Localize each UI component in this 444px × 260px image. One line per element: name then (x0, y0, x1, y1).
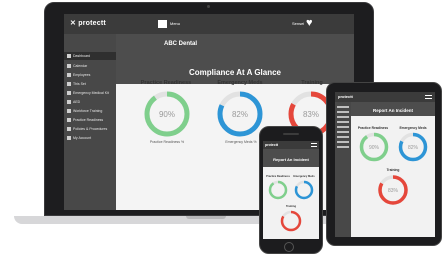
tablet-practice-readiness-gauge[interactable]: 90% (359, 132, 389, 162)
phone-card-title: Practice Readiness (266, 175, 290, 178)
laptop-notch (186, 216, 226, 219)
gauge-value: 83% (388, 188, 399, 194)
card-sublabel-practice-readiness: Practice Readiness % (149, 140, 185, 144)
phone-topbar: protectt (263, 141, 319, 149)
phone-training-gauge[interactable] (280, 210, 302, 232)
phone-card-title: Emergency Meds (293, 175, 315, 178)
tablet-topbar: protectt (335, 92, 435, 102)
phone-screen: protectt Report An Incident Practice Rea… (263, 141, 319, 239)
tablet-sidebar-item[interactable] (337, 131, 349, 133)
dashboard-icon (67, 54, 71, 59)
tablet-sidebar-item[interactable] (337, 106, 349, 108)
policy-icon (67, 127, 71, 132)
card-title-practice-readiness: Practice Readiness (140, 80, 192, 86)
gauge-value: 83% (303, 110, 319, 119)
card-title-emergency-meds: Emergency Meds (217, 80, 263, 86)
tablet-sidebar-item[interactable] (337, 141, 349, 143)
tablet-logo[interactable]: protectt (338, 94, 353, 99)
phone-card-title: Training (285, 205, 297, 208)
laptop-camera (207, 5, 210, 8)
employees-icon (67, 73, 71, 78)
checklist-icon (67, 118, 71, 123)
account-icon (67, 136, 71, 141)
tablet-card-title: Emergency Meds (399, 126, 427, 130)
medical-kit-icon (67, 91, 71, 96)
gauge-value: 82% (408, 145, 419, 151)
sidebar-item-policies[interactable]: Policies & Procedures (64, 125, 116, 133)
logo-mark-icon: ✕ (70, 20, 77, 27)
hamburger-icon[interactable] (311, 143, 317, 147)
tablet-screen: protectt Report An Incident Practice Rea… (335, 92, 435, 237)
menu-label[interactable]: Menu (170, 21, 180, 26)
hamburger-icon[interactable] (425, 95, 432, 99)
phone-page-title[interactable]: Report An Incident (263, 157, 319, 162)
top-navbar: ✕ protectt Menu Sensei ♥ (64, 14, 354, 34)
aed-icon (67, 100, 71, 105)
calendar-icon (67, 64, 71, 69)
gauge-value: 90% (159, 110, 175, 119)
practice-name: ABC Dental (164, 41, 198, 47)
tablet-sidebar-item[interactable] (337, 126, 349, 128)
training-icon (67, 109, 71, 114)
sidebar-item-workforce-training[interactable]: Workforce Training (64, 107, 116, 115)
sidebar-item-emergency-kit[interactable]: Emergency Medical Kit (64, 89, 116, 97)
sidebar-item-aed[interactable]: AED (64, 98, 116, 106)
tablet-card-title: Practice Readiness (357, 126, 389, 130)
gauge-arc (268, 180, 288, 200)
phone-home-button[interactable] (284, 242, 294, 252)
practice-readiness-gauge[interactable]: 90% (144, 91, 190, 137)
page-title: Compliance At A Glance (188, 68, 282, 77)
phone-logo[interactable]: protectt (265, 143, 278, 147)
protectt-logo[interactable]: ✕ protectt (70, 19, 106, 27)
sidebar-item-calendar[interactable]: Calendar (64, 62, 116, 70)
tablet-sidebar-item[interactable] (337, 136, 349, 138)
user-name[interactable]: Sensei (292, 21, 304, 26)
tablet-training-gauge[interactable]: 83% (377, 174, 409, 206)
sidebar-item-this-set[interactable]: This Set (64, 80, 116, 88)
tablet-page-title[interactable]: Report An Incident (351, 108, 435, 113)
phone-practice-readiness-gauge[interactable] (268, 180, 288, 200)
tablet-sidebar-item[interactable] (337, 146, 349, 148)
tablet-sidebar (335, 102, 351, 237)
phone-speaker (283, 133, 299, 135)
document-icon (67, 82, 71, 87)
sidebar-item-dashboard[interactable]: Dashboard (64, 52, 116, 60)
tablet-sidebar-item[interactable] (337, 121, 349, 123)
emergency-meds-gauge[interactable]: 82% (217, 91, 263, 137)
sidebar-item-practice-readiness[interactable]: Practice Readiness (64, 116, 116, 124)
sidebar: Dashboard Calendar Employees This Set Em… (64, 34, 116, 210)
heart-icon[interactable]: ♥ (306, 18, 313, 29)
phone-emergency-meds-gauge[interactable] (294, 180, 314, 200)
tablet-card-title: Training (386, 168, 400, 172)
gauge-value: 90% (369, 145, 380, 151)
tablet-sidebar-item[interactable] (337, 116, 349, 118)
menu-button[interactable] (158, 20, 167, 28)
tablet-emergency-meds-gauge[interactable]: 82% (398, 132, 428, 162)
sidebar-item-employees[interactable]: Employees (64, 71, 116, 79)
tablet-sidebar-item[interactable] (337, 111, 349, 113)
sidebar-item-my-account[interactable]: My Account (64, 134, 116, 142)
gauge-value: 82% (232, 110, 248, 119)
